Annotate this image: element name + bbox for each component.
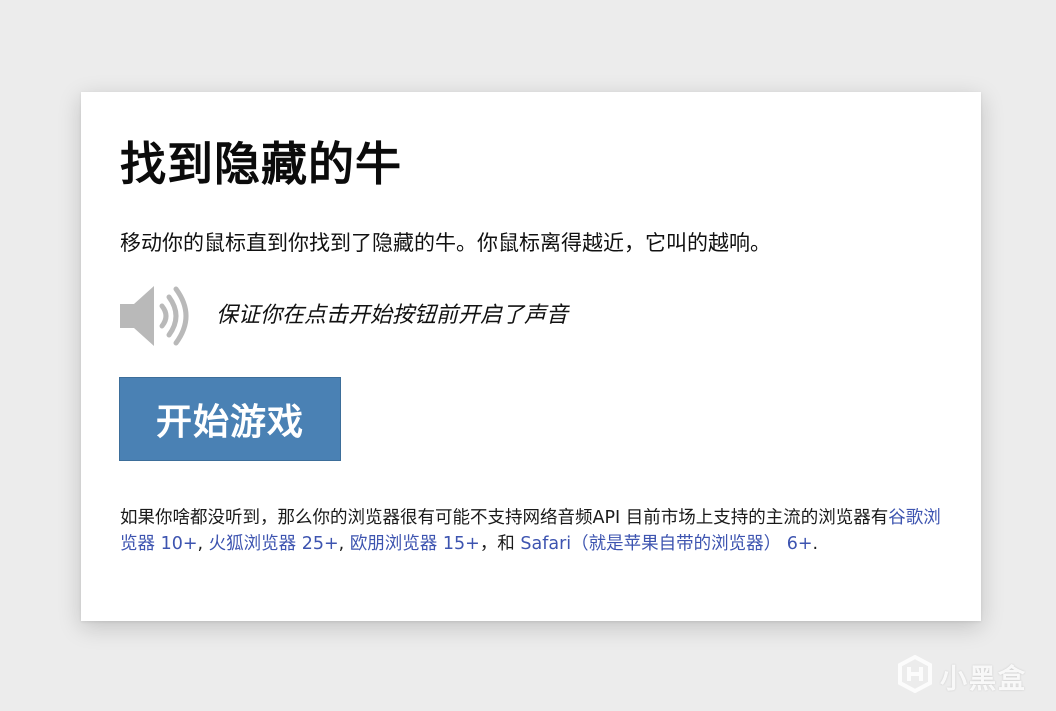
footnote-text: 如果你啥都没听到，那么你的浏览器很有可能不支持网络音频API 目前市场上支持的主… bbox=[120, 508, 889, 528]
opera-link[interactable]: 欧朋浏览器 15+ bbox=[350, 534, 480, 554]
safari-link[interactable]: Safari（就是苹果自带的浏览器） 6+ bbox=[520, 534, 812, 554]
game-card: 找到隐藏的牛 移动你的鼠标直到你找到了隐藏的牛。你鼠标离得越近，它叫的越响。 保… bbox=[81, 92, 981, 621]
separator: , bbox=[197, 534, 204, 554]
sound-reminder: 保证你在点击开始按钮前开启了声音 bbox=[118, 284, 818, 348]
heybox-logo-icon bbox=[898, 655, 932, 693]
watermark-label: 小黑盒 bbox=[940, 664, 1027, 695]
page-title: 找到隐藏的牛 bbox=[120, 137, 402, 191]
start-game-button[interactable]: 开始游戏 bbox=[119, 377, 341, 461]
sound-note: 保证你在点击开始按钮前开启了声音 bbox=[216, 303, 569, 328]
speaker-volume-icon bbox=[120, 286, 189, 346]
separator: ，和 bbox=[479, 534, 515, 554]
intro-text: 移动你的鼠标直到你找到了隐藏的牛。你鼠标离得越近，它叫的越响。 bbox=[120, 231, 771, 255]
firefox-link[interactable]: 火狐浏览器 25+ bbox=[209, 534, 339, 554]
separator: , bbox=[338, 534, 345, 554]
footnote-end: . bbox=[812, 534, 819, 554]
browser-support-note: 如果你啥都没听到，那么你的浏览器很有可能不支持网络音频API 目前市场上支持的主… bbox=[120, 505, 942, 557]
watermark: 小黑盒 bbox=[896, 653, 1036, 695]
